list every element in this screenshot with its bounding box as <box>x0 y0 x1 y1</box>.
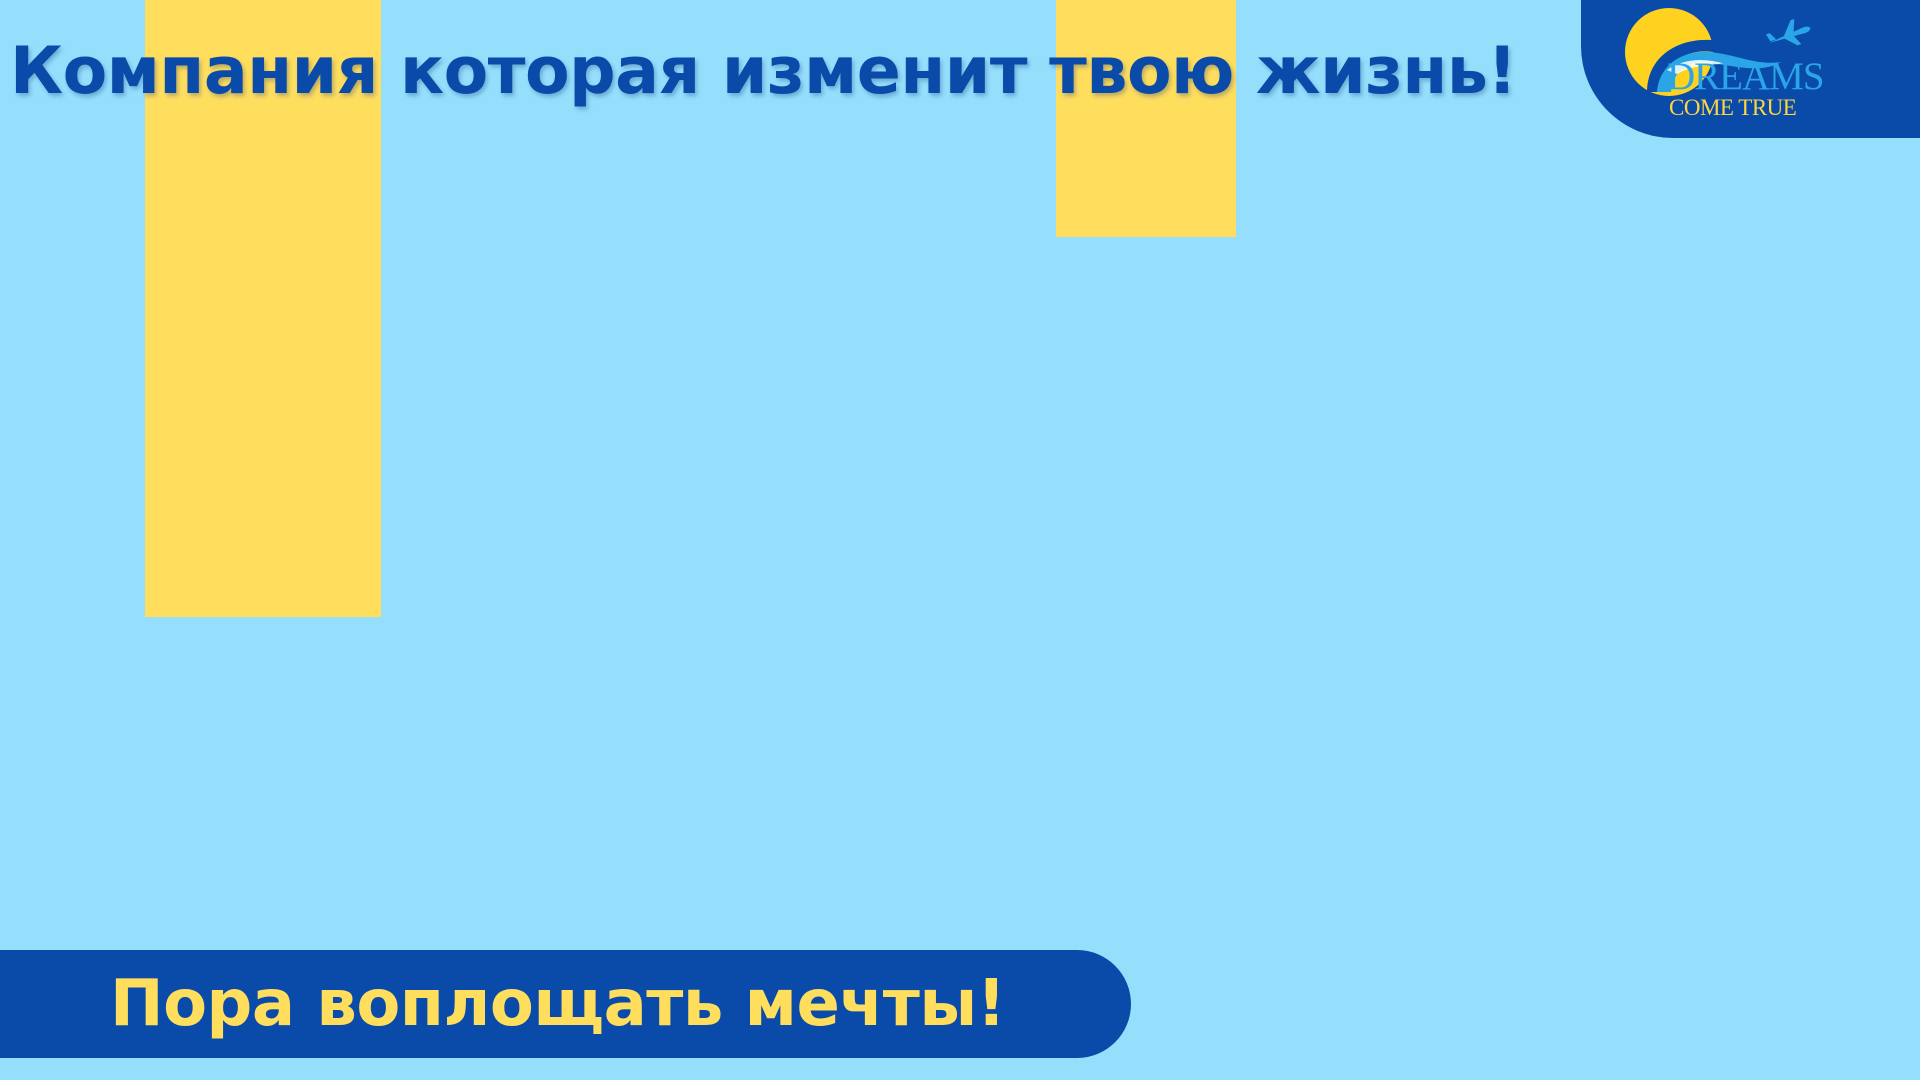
page-headline: Компания которая изменит твою жизнь! <box>10 34 1517 109</box>
cta-text: Пора воплощать мечты! <box>110 967 1006 1041</box>
cta-banner[interactable]: Пора воплощать мечты! <box>0 950 1131 1058</box>
logo-badge[interactable]: DREAMS COME TRUE <box>1581 0 1920 138</box>
logo-text-come-true: COME TRUE <box>1669 95 1797 120</box>
airplane-icon <box>1765 18 1811 46</box>
logo-text-dreams: DREAMS <box>1667 55 1825 98</box>
